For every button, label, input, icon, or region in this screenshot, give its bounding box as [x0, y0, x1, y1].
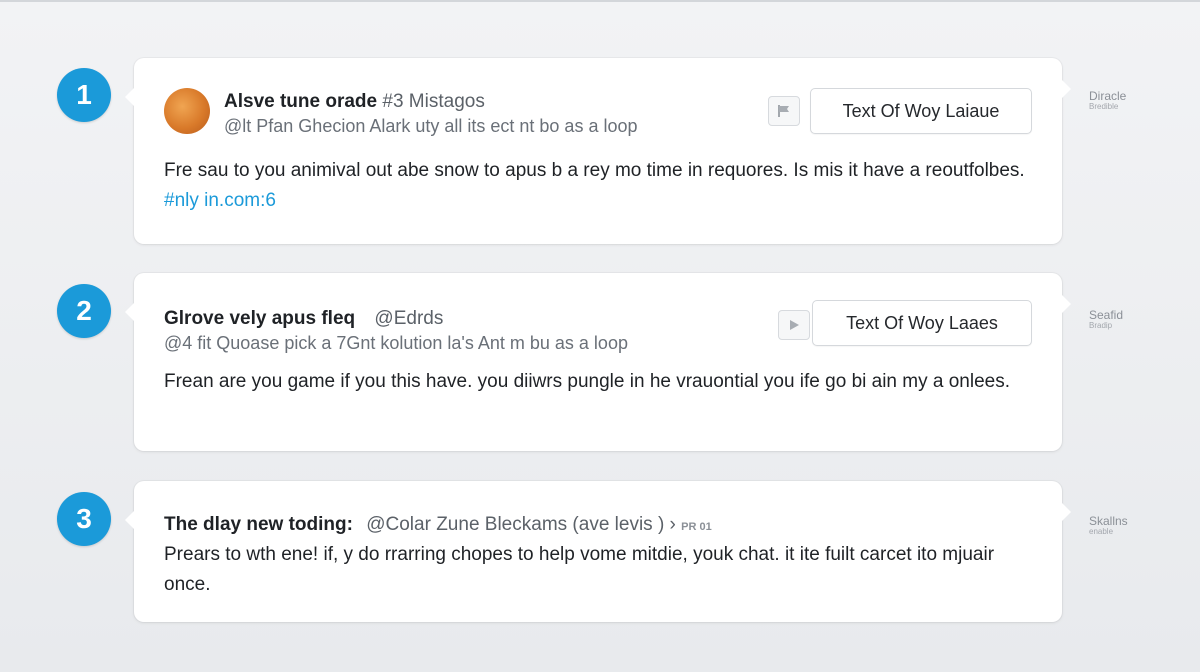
- post-title-tag: #3 Mistagos: [382, 91, 485, 112]
- post-title-tag: @Edrds: [374, 308, 444, 329]
- post-card-1[interactable]: Alsve tune orade #3 Mistagos @lt Pfan Gh…: [125, 58, 1071, 244]
- page: 1 Alsve tune orade #3 Mistagos @lt Pfan …: [0, 0, 1200, 672]
- post-body: Prears to wth ene! if, y do rrarring cho…: [164, 544, 995, 595]
- post-title: Glrove vely apus fleq @Edrds: [164, 308, 443, 330]
- side-label-bottom: enable: [1089, 527, 1114, 537]
- step-badge-2: 2: [57, 284, 111, 338]
- post-title-text: Alsve tune orade: [224, 91, 378, 112]
- side-label-2: Seafid Bradip: [1089, 308, 1123, 331]
- post-title: The dlay new toding: @Colar Zune Bleckam…: [164, 514, 712, 536]
- avatar[interactable]: [164, 88, 210, 134]
- post-card-2[interactable]: Glrove vely apus fleq @Edrds @4 fit Quoa…: [125, 273, 1071, 451]
- post-title-text: The dlay new toding:: [164, 514, 353, 535]
- side-label-3: Skallns enable: [1089, 514, 1128, 537]
- side-label-bottom: Bredible: [1089, 102, 1119, 112]
- post-handle[interactable]: @4 fit Quoase pick a 7Gnt kolution la's …: [164, 333, 628, 354]
- post-title-text: Glrove vely apus fleq: [164, 308, 356, 329]
- step-badge-1: 1: [57, 68, 111, 122]
- post-body: Frean are you game if you this have. you…: [164, 371, 1010, 392]
- action-button[interactable]: Text Of Woy Laaes: [812, 300, 1032, 346]
- post-link[interactable]: #nly in.com:6: [164, 190, 276, 211]
- flag-icon: [778, 105, 789, 117]
- post-body-text: Fre sau to you animival out abe snow to …: [164, 160, 1025, 181]
- post-card-3[interactable]: The dlay new toding: @Colar Zune Bleckam…: [125, 481, 1071, 622]
- action-button[interactable]: Text Of Woy Laiaue: [810, 88, 1032, 134]
- post-title-meta: PR 01: [681, 521, 712, 533]
- post-title-tag[interactable]: @Colar Zune Bleckams (ave levis ) ›: [366, 514, 676, 535]
- post-handle[interactable]: @lt Pfan Ghecion Alark uty all its ect n…: [224, 116, 638, 137]
- post-body: Fre sau to you animival out abe snow to …: [164, 156, 1032, 216]
- side-label-1: Diracle Bredible: [1089, 89, 1126, 112]
- flag-button[interactable]: [768, 96, 800, 126]
- play-icon: [790, 320, 799, 330]
- play-button[interactable]: [778, 310, 810, 340]
- side-label-bottom: Bradip: [1089, 321, 1113, 331]
- step-badge-3: 3: [57, 492, 111, 546]
- post-title: Alsve tune orade #3 Mistagos: [224, 91, 485, 113]
